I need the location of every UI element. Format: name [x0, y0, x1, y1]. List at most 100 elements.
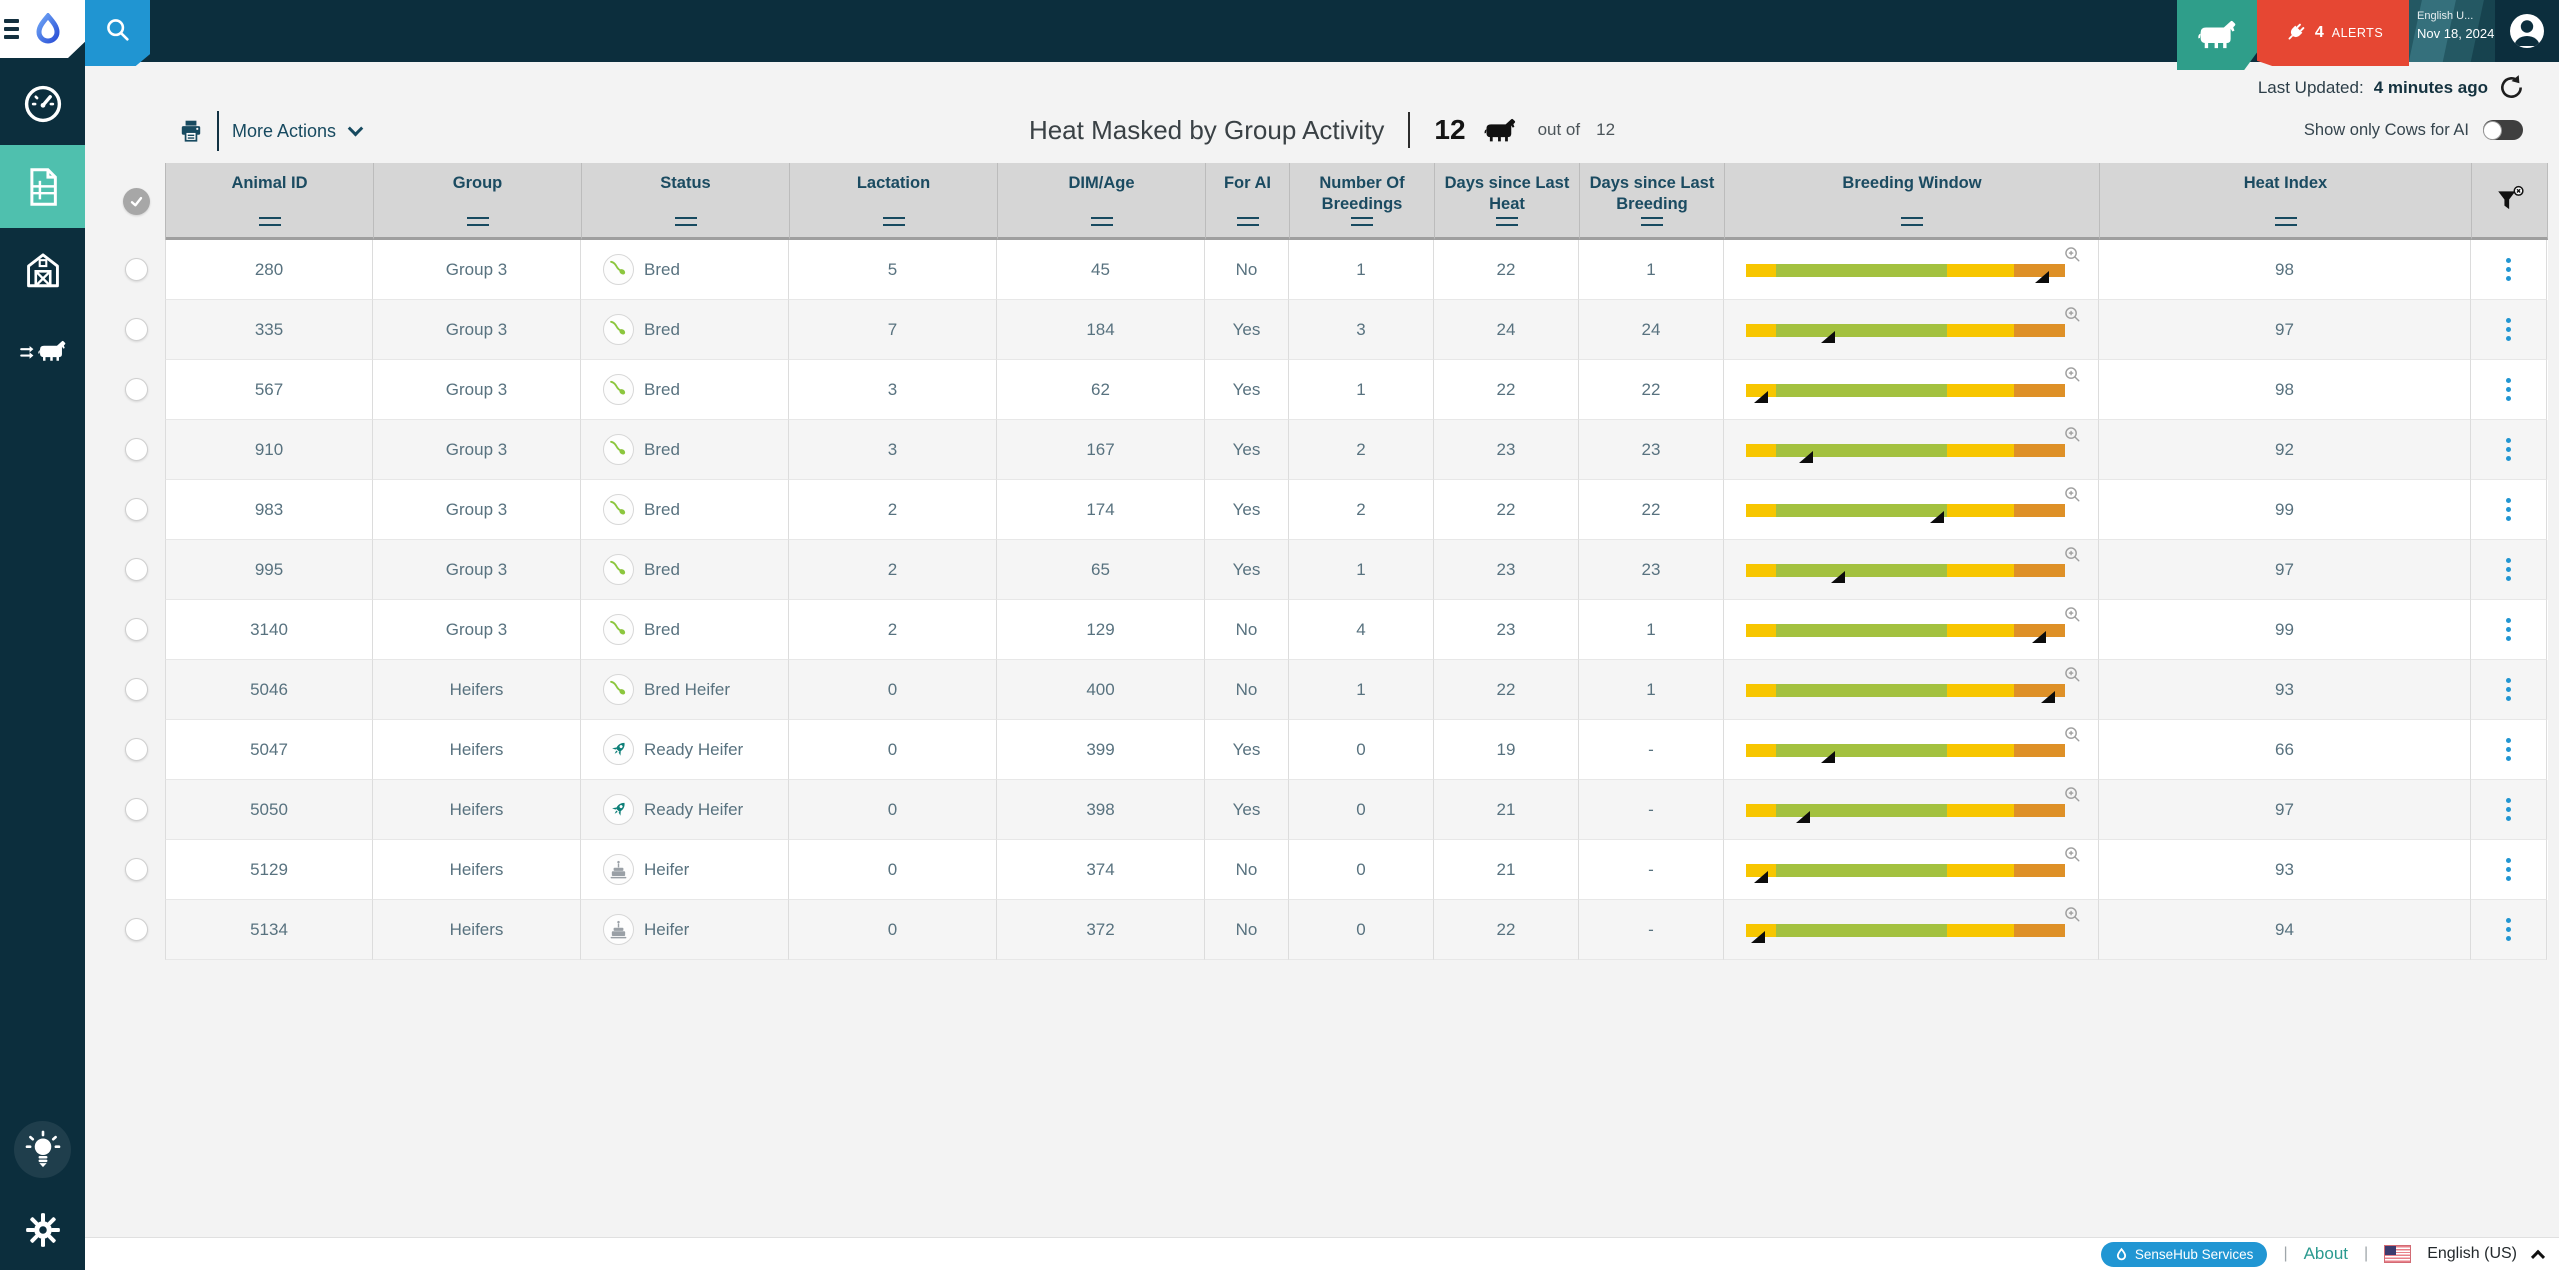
row-menu-button[interactable] [2500, 732, 2517, 767]
zoom-in-icon[interactable] [2063, 905, 2082, 924]
search-button[interactable] [85, 0, 150, 66]
sensehub-services-button[interactable]: SenseHub Services [2101, 1242, 2268, 1267]
breeding-window-bar [1746, 804, 2065, 817]
language-date-block[interactable]: English U... Nov 18, 2024 [2409, 0, 2495, 62]
row-menu-button[interactable] [2500, 312, 2517, 347]
row-select-radio[interactable] [125, 318, 148, 341]
column-header-days-since-last-breeding[interactable]: Days since Last Breeding [1580, 163, 1725, 240]
sidebar-item-settings[interactable] [0, 1210, 85, 1250]
zoom-in-icon[interactable] [2063, 485, 2082, 504]
zoom-in-icon[interactable] [2063, 725, 2082, 744]
user-account-button[interactable] [2495, 0, 2559, 62]
cell-days-since-last-heat: 22 [1434, 360, 1579, 420]
row-select-radio[interactable] [125, 858, 148, 881]
row-select-radio[interactable] [125, 798, 148, 821]
column-header-animal-id[interactable]: Animal ID [166, 163, 374, 240]
sidebar-item-sort-cows[interactable] [0, 311, 85, 394]
column-header-days-since-last-heat[interactable]: Days since Last Heat [1435, 163, 1580, 240]
chevron-up-icon[interactable] [2531, 1250, 2545, 1264]
alerts-button[interactable]: 4 ALERTS [2257, 0, 2409, 66]
show-only-cows-toggle[interactable] [2483, 120, 2523, 140]
row-menu-button[interactable] [2500, 552, 2517, 587]
row-select-radio[interactable] [125, 258, 148, 281]
column-filter-icon[interactable] [1351, 217, 1373, 226]
row-menu-button[interactable] [2500, 672, 2517, 707]
zoom-in-icon[interactable] [2063, 425, 2082, 444]
zoom-in-icon[interactable] [2063, 545, 2082, 564]
cows-button[interactable] [2177, 0, 2257, 70]
cell-group: Group 3 [373, 360, 581, 420]
row-menu-button[interactable] [2500, 912, 2517, 947]
row-menu-button[interactable] [2500, 432, 2517, 467]
column-header-group[interactable]: Group [374, 163, 582, 240]
cell-status: Ready Heifer [581, 720, 789, 780]
column-header-breeding-window[interactable]: Breeding Window [1725, 163, 2100, 240]
column-header-for-ai[interactable]: For AI [1206, 163, 1290, 240]
sidebar-item-dashboard[interactable] [0, 62, 85, 145]
us-flag-icon[interactable] [2384, 1245, 2411, 1263]
row-menu-button[interactable] [2500, 612, 2517, 647]
cell-row-menu [2471, 840, 2547, 900]
column-header-lactation[interactable]: Lactation [790, 163, 998, 240]
column-header-dim-age[interactable]: DIM/Age [998, 163, 1206, 240]
refresh-icon[interactable] [2498, 74, 2525, 101]
column-header-status[interactable]: Status [582, 163, 790, 240]
show-only-label: Show only Cows for AI [2304, 121, 2469, 140]
row-select-radio[interactable] [125, 618, 148, 641]
column-filter-icon[interactable] [675, 217, 697, 226]
column-filter-icon[interactable] [259, 217, 281, 226]
footer-language-selector[interactable]: English (US) [2427, 1245, 2517, 1263]
row-select-radio[interactable] [125, 558, 148, 581]
last-updated-label: Last Updated: [2258, 78, 2364, 98]
zoom-in-icon[interactable] [2063, 665, 2082, 684]
row-menu-button[interactable] [2500, 372, 2517, 407]
cell-status: Heifer [581, 900, 789, 960]
column-filter-icon[interactable] [2275, 217, 2297, 226]
column-filter-icon[interactable] [1901, 217, 1923, 226]
row-select-radio[interactable] [125, 498, 148, 521]
column-filter-icon[interactable] [1091, 217, 1113, 226]
cell-status: Bred Heifer [581, 660, 789, 720]
row-select-radio[interactable] [125, 918, 148, 941]
clear-filters-header[interactable] [2472, 163, 2548, 240]
cell-for-ai: Yes [1205, 540, 1289, 600]
sidebar-item-tips[interactable] [14, 1121, 71, 1178]
zoom-in-icon[interactable] [2063, 305, 2082, 324]
sidebar-item-farm[interactable] [0, 228, 85, 311]
column-header-number-of-breedings[interactable]: Number Of Breedings [1290, 163, 1435, 240]
breeding-window-bar [1746, 924, 2065, 937]
cell-row-menu [2471, 300, 2547, 360]
cell-breeding-window [1724, 780, 2099, 840]
zoom-in-icon[interactable] [2063, 365, 2082, 384]
row-select-radio[interactable] [125, 438, 148, 461]
row-menu-button[interactable] [2500, 252, 2517, 287]
hamburger-menu-icon[interactable] [4, 19, 20, 43]
zoom-in-icon[interactable] [2063, 785, 2082, 804]
zoom-in-icon[interactable] [2063, 605, 2082, 624]
row-select-radio[interactable] [125, 738, 148, 761]
column-filter-icon[interactable] [467, 217, 489, 226]
cell-status: Heifer [581, 840, 789, 900]
sidebar-item-reports[interactable] [0, 145, 85, 228]
select-all-checkbox[interactable] [123, 188, 150, 215]
zoom-in-icon[interactable] [2063, 845, 2082, 864]
row-select-radio[interactable] [125, 678, 148, 701]
sensehub-drop-logo-icon[interactable] [32, 13, 64, 45]
out-of-label: out of [1538, 120, 1581, 140]
column-filter-icon[interactable] [1496, 217, 1518, 226]
cell-dim-age: 399 [997, 720, 1205, 780]
column-filter-icon[interactable] [1641, 217, 1663, 226]
column-header-heat-index[interactable]: Heat Index [2100, 163, 2472, 240]
column-filter-icon[interactable] [883, 217, 905, 226]
cell-row-menu [2471, 420, 2547, 480]
zoom-in-icon[interactable] [2063, 245, 2082, 264]
row-select-radio[interactable] [125, 378, 148, 401]
check-icon [129, 194, 144, 209]
about-link[interactable]: About [2304, 1244, 2348, 1264]
row-menu-button[interactable] [2500, 792, 2517, 827]
row-menu-button[interactable] [2500, 852, 2517, 887]
column-filter-icon[interactable] [1237, 217, 1259, 226]
cell-dim-age: 129 [997, 600, 1205, 660]
cell-days-since-last-breeding: 1 [1579, 660, 1724, 720]
row-menu-button[interactable] [2500, 492, 2517, 527]
